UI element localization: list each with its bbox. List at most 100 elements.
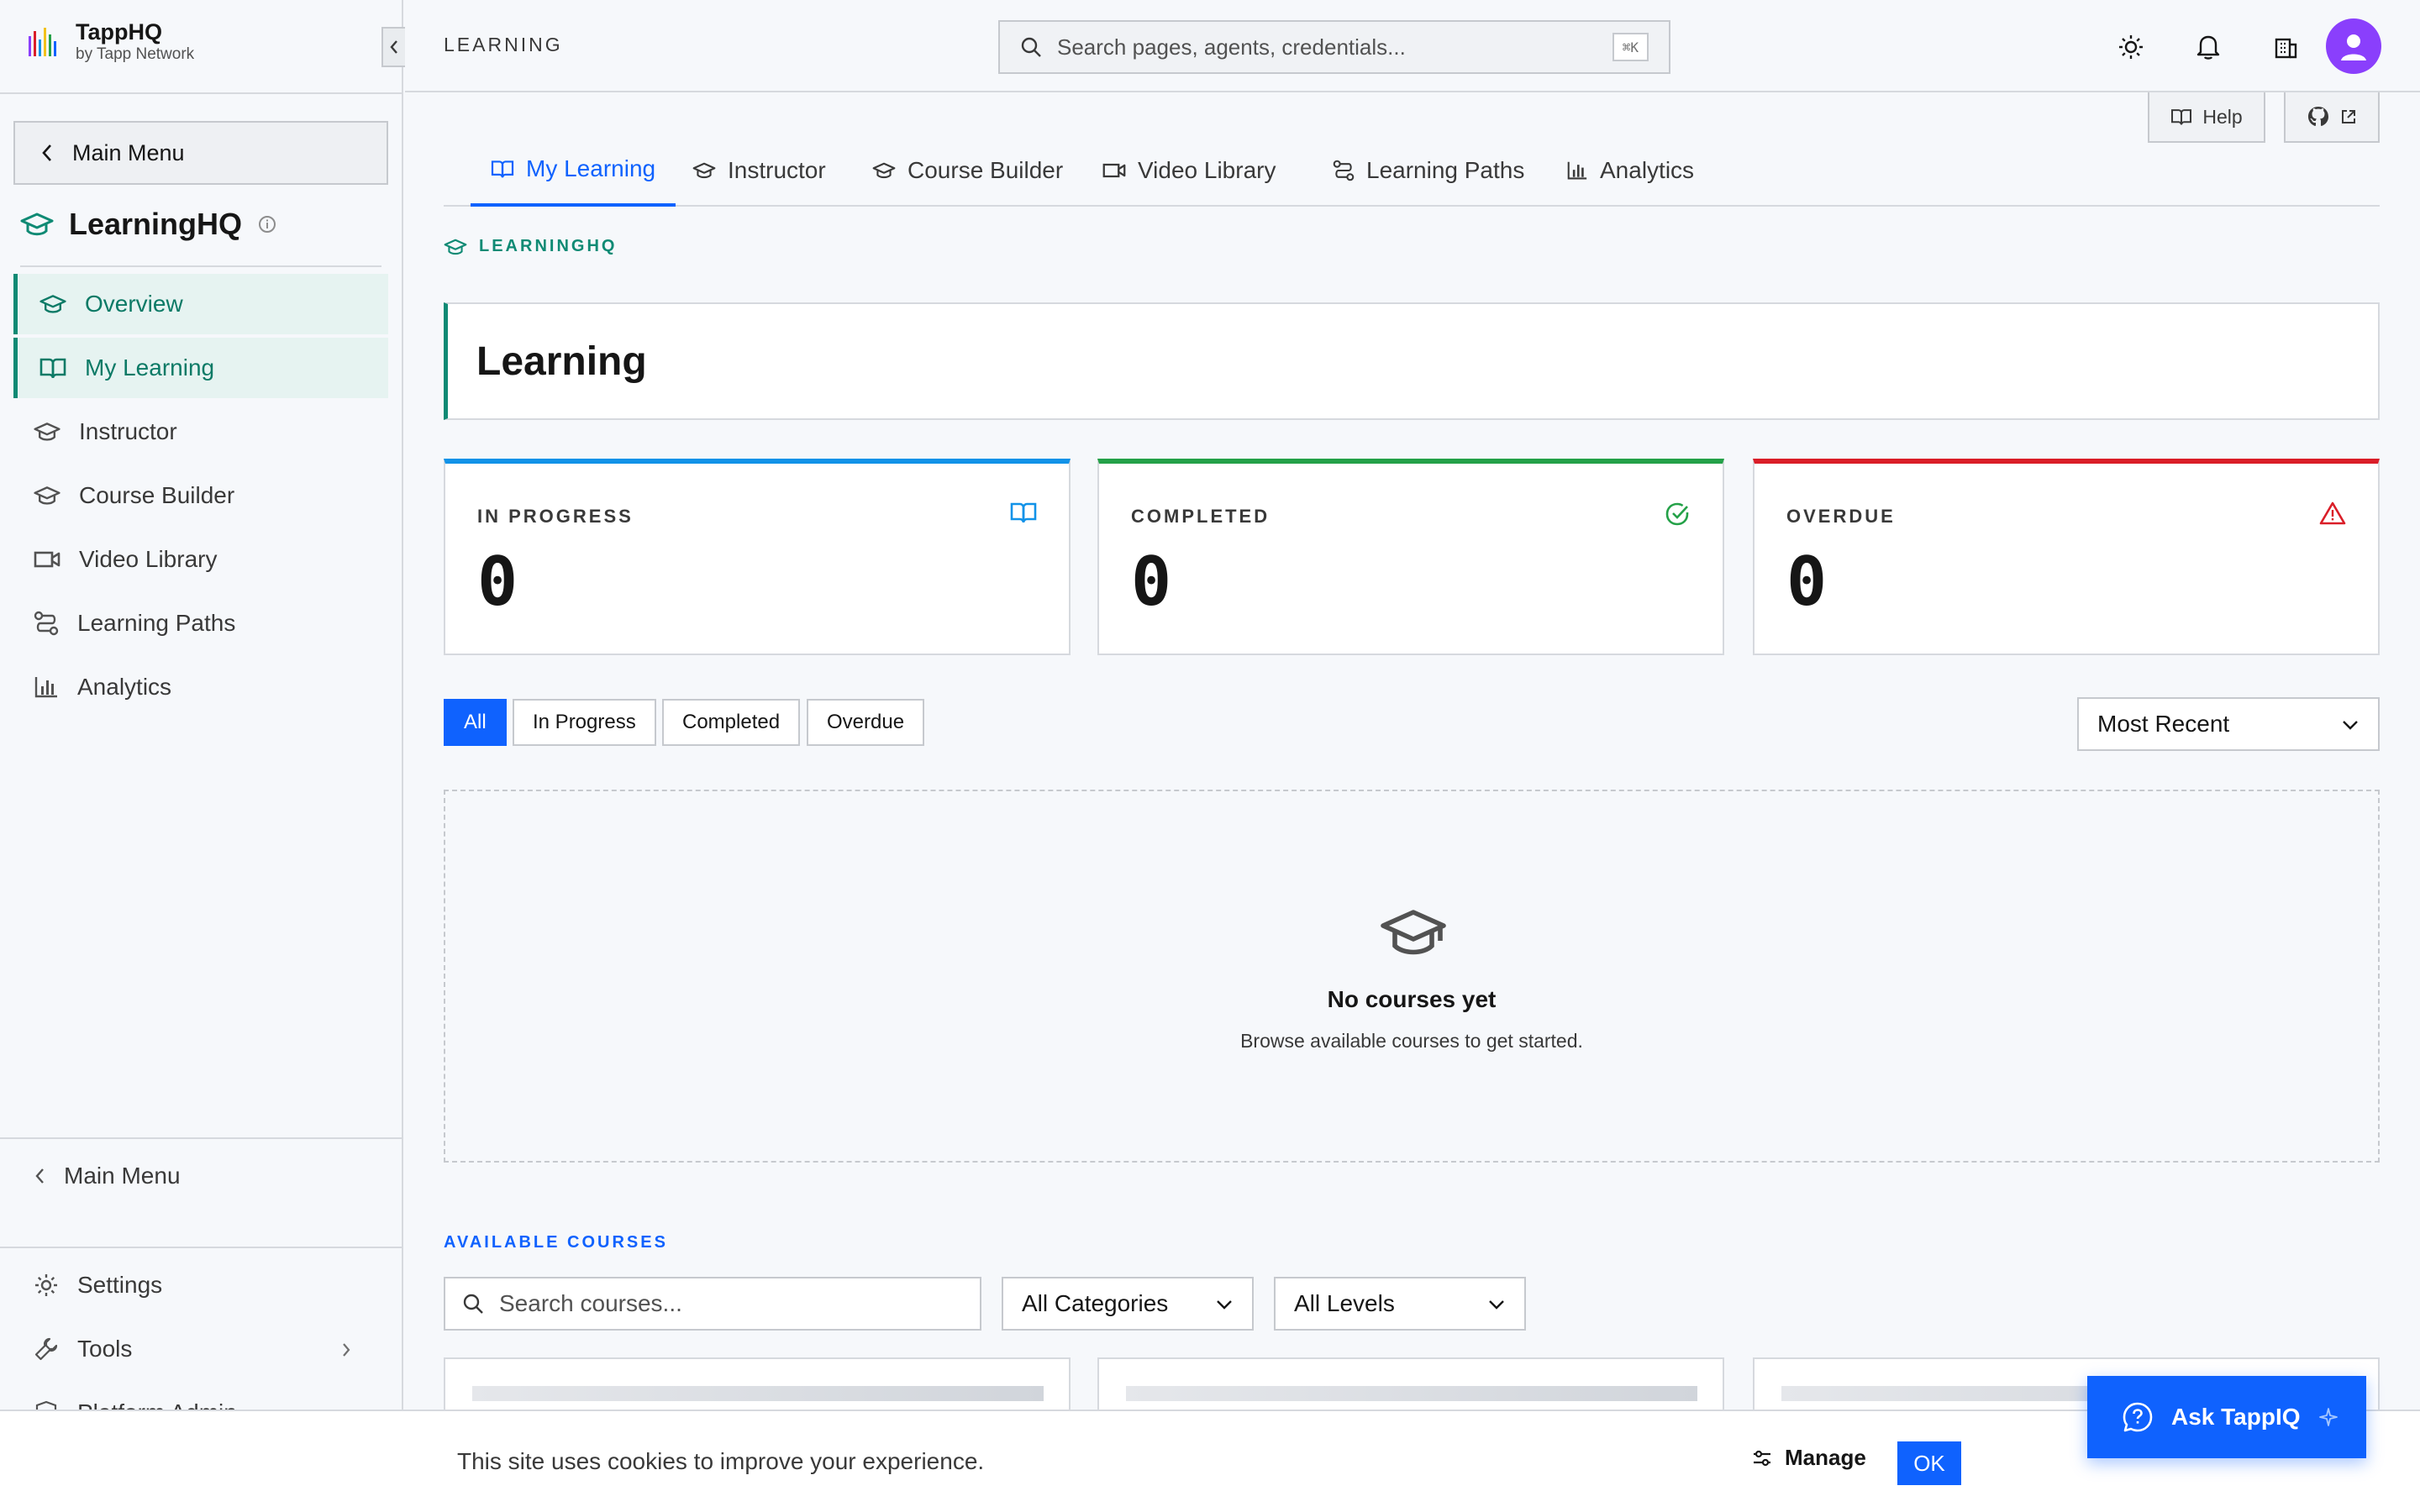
skeleton-bar — [1126, 1386, 1697, 1401]
sidebar-item-label: Tools — [77, 1336, 133, 1362]
user-avatar[interactable] — [2326, 18, 2381, 74]
sidebar-item-label: Overview — [85, 291, 183, 317]
top-header: LEARNING Search pages, agents, credentia… — [405, 0, 2420, 92]
bell-icon — [2196, 35, 2220, 60]
brand-subtitle: by Tapp Network — [76, 45, 195, 63]
search-shortcut-badge: ⌘K — [1612, 33, 1649, 61]
route-icon — [1333, 160, 1355, 181]
sidebar-item-video-library[interactable]: Video Library — [13, 529, 388, 590]
sidebar-item-label: My Learning — [85, 354, 215, 381]
tab-analytics[interactable]: Analytics — [1546, 134, 1714, 207]
category-select[interactable]: All Categories — [1002, 1277, 1254, 1331]
sort-select[interactable]: Most Recent — [2077, 697, 2380, 751]
page-title-card: Learning — [444, 302, 2380, 420]
sort-select-value: Most Recent — [2097, 711, 2230, 737]
tab-label: Analytics — [1600, 157, 1695, 183]
page-eyebrow-text: LEARNINGHQ — [479, 237, 618, 255]
warning-icon — [2319, 501, 2346, 525]
section-title: LearningHQ — [20, 207, 277, 242]
graduation-cap-icon — [444, 239, 467, 255]
cookie-banner: This site uses cookies to improve your e… — [0, 1410, 2420, 1512]
filter-chip-all[interactable]: All — [444, 699, 507, 746]
building-icon — [2275, 38, 2297, 59]
cookie-ok-button[interactable]: OK — [1897, 1441, 1961, 1485]
stat-card-in-progress: IN PROGRESS 0 — [444, 459, 1071, 655]
chevron-left-icon — [390, 40, 397, 54]
sidebar-item-label: Instructor — [79, 418, 177, 444]
sidebar-item-course-builder[interactable]: Course Builder — [13, 465, 388, 526]
stat-label: OVERDUE — [1786, 506, 1896, 527]
learning-tabs: My Learning Instructor Course Builder Vi… — [444, 134, 2380, 207]
main-menu-label: Main Menu — [72, 139, 185, 165]
sidebar-item-tools[interactable]: Tools — [20, 1322, 381, 1376]
sidebar-item-overview[interactable]: Overview — [13, 274, 388, 334]
sidebar-item-settings[interactable]: Settings — [20, 1258, 381, 1312]
cookie-manage-button[interactable]: Manage — [1751, 1445, 1866, 1471]
collapse-sidebar-button[interactable] — [381, 27, 405, 67]
external-link-icon — [2342, 110, 2355, 123]
help-label: Help — [2202, 105, 2243, 128]
global-search-input[interactable]: Search pages, agents, credentials... ⌘K — [998, 20, 1670, 74]
graduation-cap-icon — [34, 423, 60, 441]
filter-chip-overdue[interactable]: Overdue — [807, 699, 925, 746]
sidebar-item-my-learning[interactable]: My Learning — [13, 338, 388, 398]
section-title-text: LearningHQ — [69, 207, 243, 241]
filter-chip-completed[interactable]: Completed — [662, 699, 801, 746]
tab-label: Instructor — [728, 157, 826, 183]
sidebar-item-label: Analytics — [77, 674, 172, 700]
sparkle-icon — [2318, 1408, 2338, 1426]
sidebar-bottom-main-menu[interactable]: Main Menu — [20, 1149, 381, 1203]
tab-video-library[interactable]: Video Library — [1082, 134, 1296, 207]
chevron-down-icon — [1217, 1300, 1232, 1310]
graduation-cap-icon — [1381, 910, 1446, 955]
chevron-down-icon — [2343, 721, 2358, 730]
sidebar-item-instructor[interactable]: Instructor — [13, 402, 388, 462]
sliders-icon — [1754, 1450, 1770, 1466]
bar-chart-icon — [34, 677, 57, 698]
organization-button[interactable] — [2269, 30, 2302, 64]
tab-learning-paths[interactable]: Learning Paths — [1313, 134, 1544, 207]
graduation-cap-icon — [34, 486, 60, 505]
notifications-button[interactable] — [2191, 30, 2225, 64]
sidebar-bottom-main-menu-label: Main Menu — [64, 1163, 181, 1189]
gear-icon — [35, 1274, 57, 1296]
sidebar: TappHQ by Tapp Network Main Menu Learnin… — [0, 0, 405, 1512]
course-search-input[interactable]: Search courses... — [444, 1277, 981, 1331]
tab-course-builder[interactable]: Course Builder — [852, 134, 1083, 207]
graduation-cap-icon — [692, 162, 716, 179]
route-icon — [34, 611, 59, 636]
level-select[interactable]: All Levels — [1274, 1277, 1526, 1331]
empty-state: No courses yet Browse available courses … — [444, 790, 2380, 1163]
github-icon — [2308, 107, 2328, 126]
search-icon — [463, 1294, 483, 1314]
wrench-icon — [34, 1337, 58, 1361]
tab-instructor[interactable]: Instructor — [672, 134, 846, 207]
ask-tappiq-button[interactable]: Ask TappIQ — [2087, 1376, 2366, 1458]
page-title: Learning — [476, 339, 647, 384]
tapp-logo-icon — [29, 28, 56, 56]
brand[interactable]: TappHQ by Tapp Network — [27, 18, 194, 64]
book-open-icon — [1010, 502, 1037, 523]
brand-name: TappHQ — [76, 19, 162, 45]
chevron-down-icon — [1489, 1300, 1504, 1310]
filter-chip-in-progress[interactable]: In Progress — [513, 699, 656, 746]
stat-value: 0 — [1786, 543, 1828, 621]
tab-label: Learning Paths — [1366, 157, 1525, 183]
sidebar-item-learning-paths[interactable]: Learning Paths — [13, 593, 388, 654]
book-open-icon — [39, 358, 66, 379]
user-icon — [2341, 34, 2366, 60]
level-select-value: All Levels — [1294, 1290, 1395, 1316]
sidebar-item-analytics[interactable]: Analytics — [13, 657, 388, 717]
chevron-left-icon — [42, 144, 51, 161]
chevron-right-icon — [343, 1343, 350, 1357]
chevron-left-icon — [35, 1168, 44, 1184]
sun-icon — [2119, 35, 2143, 59]
tab-my-learning[interactable]: My Learning — [471, 134, 676, 207]
cookie-text: This site uses cookies to improve your e… — [457, 1448, 985, 1474]
theme-toggle-button[interactable] — [2114, 30, 2148, 64]
sidebar-divider — [0, 1137, 403, 1139]
stat-label: COMPLETED — [1131, 506, 1270, 527]
check-circle-icon — [1665, 502, 1689, 526]
info-icon[interactable] — [257, 214, 277, 234]
main-menu-button[interactable]: Main Menu — [13, 121, 388, 185]
